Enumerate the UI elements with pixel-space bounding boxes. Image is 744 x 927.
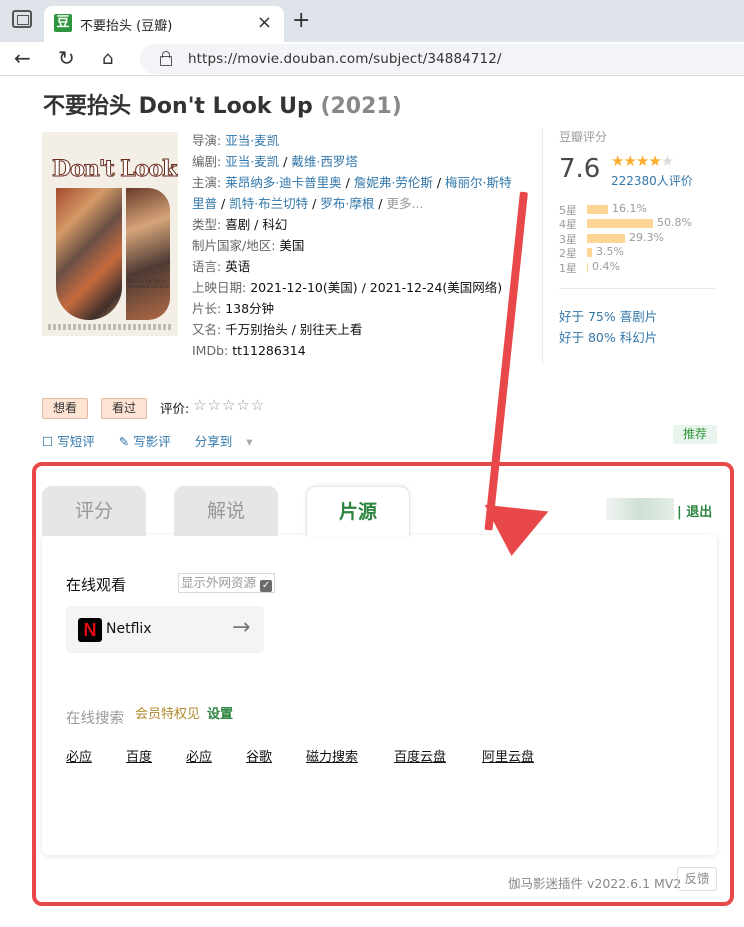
- comment-icon: ☐: [42, 434, 54, 449]
- cast-link[interactable]: 梅丽尔·斯特: [445, 175, 511, 190]
- aka-label: 又名:: [192, 322, 222, 337]
- writer-label: 编剧:: [192, 154, 222, 169]
- director-label: 导演:: [192, 133, 222, 148]
- cast-link[interactable]: 里普: [192, 196, 217, 211]
- share-label: 分享到: [194, 434, 233, 449]
- rate-label: 评价:: [160, 401, 190, 416]
- rating-distribution-row: 1星 0.4%: [559, 259, 719, 275]
- country-label: 制片国家/地区:: [192, 238, 276, 253]
- browser-tab[interactable]: 豆 不要抬头 (豆瓣) ×: [44, 6, 284, 42]
- rating-bar: [587, 205, 608, 214]
- release-value: 2021-12-10(美国) / 2021-12-24(美国网络): [250, 280, 503, 295]
- genre-value: 喜剧 / 科幻: [225, 217, 288, 232]
- close-tab-icon[interactable]: ×: [257, 12, 272, 33]
- rating-distribution: 5星 16.1% 4星 50.8% 3星 29.3% 2星 3.5% 1星 0.4%: [559, 202, 719, 275]
- rating-star-label: 1星: [559, 261, 577, 275]
- douban-favicon-icon: 豆: [54, 14, 72, 32]
- short-review-label: 写短评: [57, 434, 95, 449]
- poster-art-right: [126, 188, 170, 320]
- cast-label: 主演:: [192, 175, 222, 190]
- movie-year: (2021): [320, 94, 402, 119]
- tab-actions-icon[interactable]: [12, 10, 32, 28]
- rating-distribution-row: 4星 50.8%: [559, 216, 719, 231]
- writer-link[interactable]: 亚当·麦凯: [225, 154, 279, 169]
- lock-icon: [160, 51, 172, 66]
- language-label: 语言:: [192, 259, 222, 274]
- rating-distribution-row: 2星 3.5%: [559, 245, 719, 260]
- rating-percent: 16.1%: [612, 202, 647, 215]
- address-bar[interactable]: https://movie.douban.com/subject/3488471…: [140, 44, 744, 74]
- annotation-highlight-box: [32, 462, 734, 906]
- review-link[interactable]: ✎ 写影评: [119, 434, 181, 449]
- poster-headline: Don't Look: [51, 156, 177, 183]
- director-link[interactable]: 亚当·麦凯: [225, 133, 279, 148]
- rating-bar: [587, 233, 625, 243]
- rating-distribution-row: 5星 16.1%: [559, 202, 719, 217]
- better-than-comedy-link[interactable]: 好于 75% 喜剧片: [559, 306, 657, 325]
- language-value: 英语: [225, 259, 251, 274]
- sub-actions: ☐ 写短评 ✎ 写影评 分享到 ▾: [42, 431, 272, 450]
- rating-score: 7.6: [559, 154, 601, 184]
- rating-percent: 50.8%: [657, 216, 692, 230]
- review-label: 写影评: [133, 434, 171, 449]
- page-title: 不要抬头 Don't Look Up (2021): [43, 88, 402, 120]
- rating-bar: [587, 248, 592, 258]
- rating-panel: 豆瓣评分 7.6 ★★★★★ 222380人评价 5星 16.1% 4星 50.8% 3…: [542, 128, 715, 364]
- tab-title: 不要抬头 (豆瓣): [80, 19, 173, 34]
- back-icon[interactable]: ←: [14, 46, 31, 70]
- rating-percent: 0.4%: [592, 259, 620, 273]
- rating-label: 豆瓣评分: [559, 130, 608, 144]
- cast-link[interactable]: 罗布·摩根: [320, 196, 374, 211]
- rating-distribution-row: 3星 29.3%: [559, 230, 719, 246]
- annotation-arrow-icon: [479, 504, 549, 560]
- country-value: 美国: [279, 238, 305, 253]
- release-label: 上映日期:: [192, 280, 247, 295]
- browser-toolbar: ← ↻ ⌂ https://movie.douban.com/subject/3…: [0, 42, 744, 76]
- cast-more-link[interactable]: 更多...: [387, 196, 424, 211]
- rate-stars-input[interactable]: ☆☆☆☆☆: [193, 396, 265, 414]
- rating-bar: [587, 262, 588, 272]
- cast-link[interactable]: 詹妮弗·劳伦斯: [354, 175, 433, 190]
- cast-link[interactable]: 莱昂纳多·迪卡普里奥: [225, 175, 341, 190]
- cast-link[interactable]: 凯特·布兰切特: [229, 196, 308, 211]
- imdb-value: tt11286314: [232, 343, 306, 358]
- rating-bar: [587, 219, 653, 229]
- new-tab-icon[interactable]: +: [292, 8, 310, 33]
- url-text: https://movie.douban.com/subject/3488471…: [188, 51, 502, 67]
- short-review-link[interactable]: ☐ 写短评: [42, 434, 105, 449]
- browser-tabstrip: 豆 不要抬头 (豆瓣) × +: [0, 0, 744, 42]
- writer-link[interactable]: 戴维·西罗塔: [291, 154, 357, 169]
- refresh-icon[interactable]: ↻: [58, 46, 75, 70]
- movie-poster[interactable]: Don't Look BASED ON TRULY POSSIBLE EVENT…: [42, 132, 178, 336]
- watched-button[interactable]: 看过: [101, 398, 148, 419]
- poster-tagline: BASED ON TRULY POSSIBLE EVENTS: [128, 280, 169, 290]
- chevron-down-icon: ▾: [246, 434, 253, 449]
- home-icon[interactable]: ⌂: [102, 48, 113, 69]
- imdb-label: IMDb:: [192, 343, 229, 358]
- poster-art-left: [56, 188, 122, 320]
- rating-stars-icon: ★★★★★: [611, 152, 674, 170]
- want-to-watch-button[interactable]: 想看: [42, 398, 89, 419]
- share-link[interactable]: 分享到 ▾: [195, 434, 263, 449]
- divider: [559, 288, 715, 289]
- better-than-scifi-link[interactable]: 好于 80% 科幻片: [559, 327, 657, 346]
- rating-count-link[interactable]: 222380人评价: [611, 172, 693, 189]
- movie-info: 导演: 亚当·麦凯 编剧: 亚当·麦凯 / 戴维·西罗塔 主演: 莱昂纳多·迪卡…: [192, 133, 512, 358]
- aka-value: 千万别抬头 / 别往天上看: [225, 322, 363, 337]
- pencil-icon: ✎: [118, 434, 130, 449]
- recommend-button[interactable]: 推荐: [673, 425, 717, 444]
- genre-label: 类型:: [192, 217, 222, 232]
- runtime-label: 片长:: [192, 301, 222, 316]
- movie-title-text: 不要抬头 Don't Look Up: [43, 94, 313, 119]
- rating-percent: 29.3%: [629, 230, 664, 244]
- runtime-value: 138分钟: [225, 301, 275, 316]
- rating-percent: 3.5%: [596, 245, 624, 259]
- poster-credits: [48, 324, 172, 330]
